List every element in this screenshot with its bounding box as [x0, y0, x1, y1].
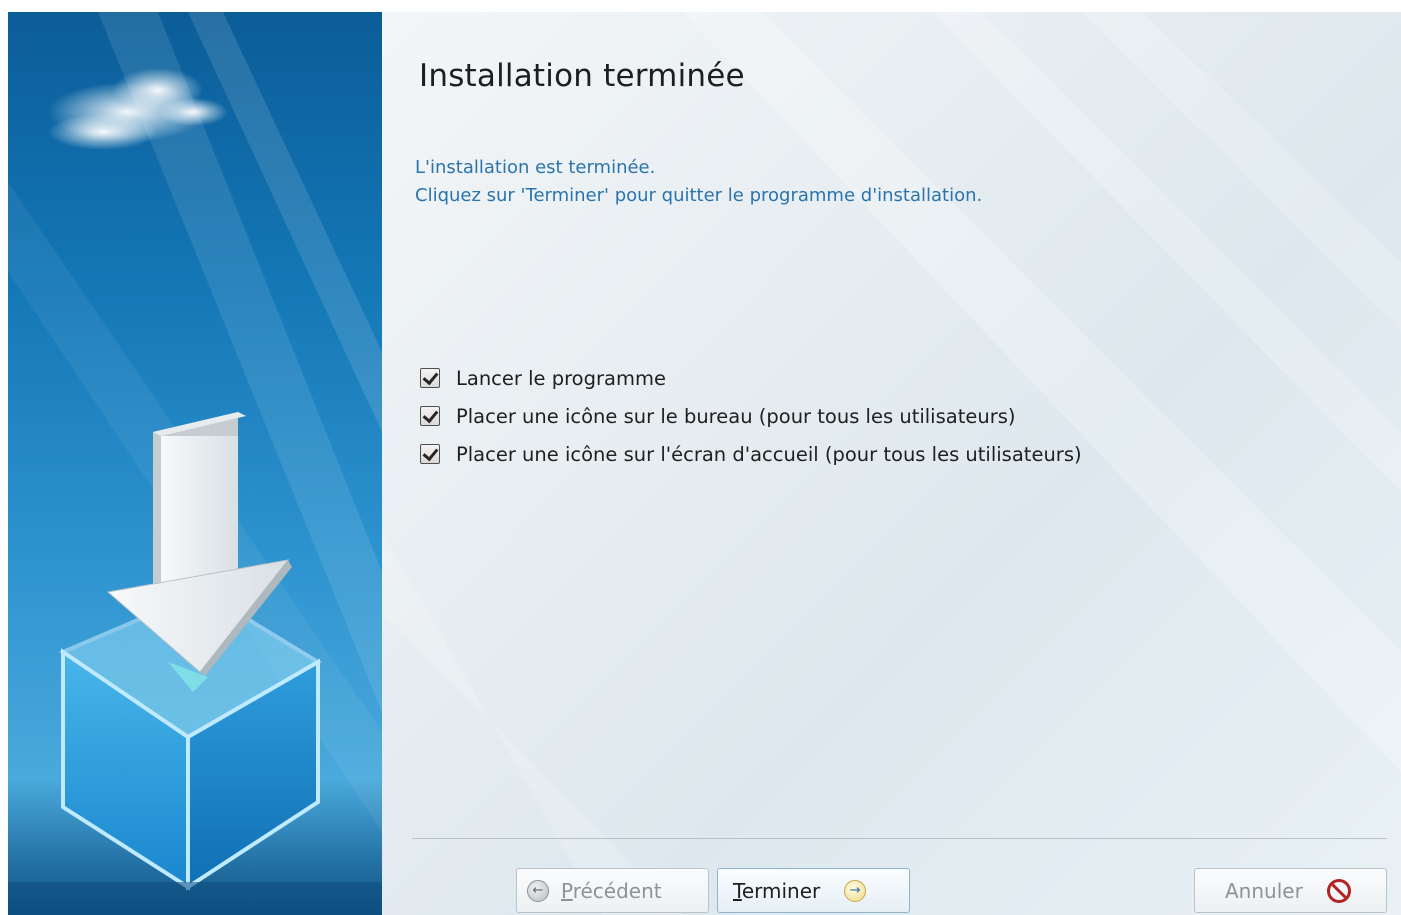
finish-button[interactable]: Terminer →	[717, 868, 910, 913]
divider	[412, 838, 1387, 839]
cancel-button-label: Annuler	[1225, 878, 1303, 903]
previous-button[interactable]: ← Précédent	[516, 868, 709, 913]
mnemonic-letter: P	[561, 878, 573, 903]
option-label: Placer une icône sur le bureau (pour tou…	[456, 404, 1016, 428]
finish-button-label: Terminer	[733, 879, 820, 903]
side-banner	[8, 12, 382, 915]
cancel-icon	[1326, 878, 1351, 903]
message-line-2: Cliquez sur 'Terminer' pour quitter le p…	[415, 185, 983, 206]
arrow-right-icon: →	[844, 879, 867, 902]
completion-message: L'installation est terminée. Cliquez sur…	[415, 154, 982, 210]
message-line-1: L'installation est terminée.	[415, 157, 656, 178]
checkbox-checked-icon[interactable]	[420, 444, 440, 464]
checkbox-checked-icon[interactable]	[420, 368, 440, 388]
cancel-button[interactable]: Annuler	[1194, 868, 1387, 913]
banner-illustration	[8, 12, 382, 915]
mnemonic-letter: T	[733, 878, 742, 903]
option-label: Placer une icône sur l'écran d'accueil (…	[456, 442, 1082, 466]
label-rest: récédent	[572, 878, 662, 903]
options-list: Lancer le programme Placer une icône sur…	[420, 359, 1082, 473]
option-launch-program[interactable]: Lancer le programme	[420, 359, 1082, 397]
option-label: Lancer le programme	[456, 366, 666, 390]
option-start-screen-icon[interactable]: Placer une icône sur l'écran d'accueil (…	[420, 435, 1082, 473]
previous-button-label: Précédent	[561, 879, 662, 903]
content-panel: Installation terminée L'installation est…	[382, 12, 1401, 915]
installer-window: Installation terminée L'installation est…	[8, 12, 1401, 915]
checkbox-checked-icon[interactable]	[420, 406, 440, 426]
arrow-left-icon: ←	[527, 879, 549, 902]
option-desktop-icon[interactable]: Placer une icône sur le bureau (pour tou…	[420, 397, 1082, 435]
page-title: Installation terminée	[419, 58, 745, 94]
label-rest: erminer	[741, 878, 821, 903]
